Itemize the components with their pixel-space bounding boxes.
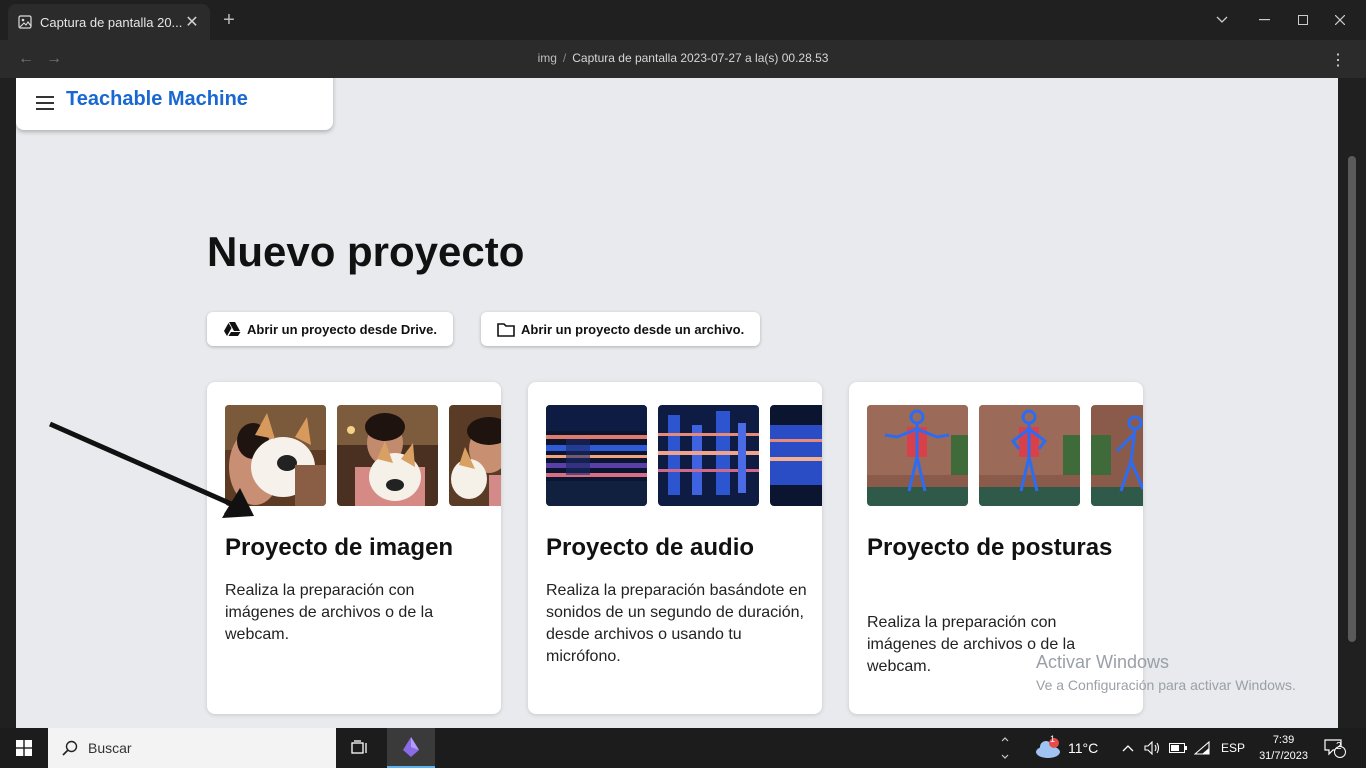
clock-date: 31/7/2023 [1259, 750, 1308, 762]
scrollbar-thumb[interactable] [1348, 156, 1356, 642]
open-from-file-label: Abrir un proyecto desde un archivo. [521, 321, 745, 337]
google-drive-icon [224, 322, 241, 336]
volume-icon[interactable] [1144, 728, 1160, 768]
image-project-title: Proyecto de imagen [225, 534, 454, 561]
breadcrumb: img / Captura de pantalla 2023-07-27 a la(… [0, 51, 1366, 65]
taskbar: Buscar 1 11°C ESP 7:39 31/7/2023 2 [0, 728, 1366, 768]
task-view-icon[interactable] [336, 728, 384, 768]
scroll-chevron-icon[interactable] [998, 728, 1012, 768]
annotation-arrow-icon [48, 421, 254, 518]
more-options-icon[interactable]: ⋮ [1330, 50, 1346, 70]
search-icon [62, 740, 78, 756]
hamburger-menu-icon[interactable] [36, 96, 54, 110]
tab-title: Captura de pantalla 20... [40, 14, 183, 30]
open-from-file-button[interactable]: Abrir un proyecto desde un archivo. [481, 312, 761, 346]
address-bar: ← → img / Captura de pantalla 2023-07-27 a… [0, 40, 1366, 78]
new-tab-button[interactable]: + [218, 10, 240, 32]
folder-icon [497, 323, 515, 337]
window-close-button[interactable] [1320, 0, 1360, 40]
wifi-icon[interactable] [1194, 728, 1210, 768]
image-file-icon [18, 15, 32, 29]
clock[interactable]: 7:39 31/7/2023 [1259, 732, 1308, 764]
spectrogram-image [770, 405, 822, 506]
image-project-description: Realiza la preparación con imágenes de a… [225, 582, 434, 643]
page-title: Nuevo proyecto [207, 228, 525, 275]
temperature: 11°C [1068, 740, 1099, 756]
audio-project-card[interactable]: Proyecto de audio Realiza la preparación… [528, 382, 822, 714]
tab-active[interactable]: Captura de pantalla 20... ✕ [8, 4, 210, 40]
pose-project-title: Proyecto de posturas [867, 534, 1113, 561]
activation-watermark-title: Activar Windows [1036, 652, 1170, 672]
breadcrumb-file: Captura de pantalla 2023-07-27 a la(s) 0… [572, 51, 829, 65]
notifications-icon[interactable]: 2 [1324, 728, 1346, 768]
thumbnail-image [337, 405, 438, 506]
activation-watermark-subtitle: Ve a Configuración para activar Windows. [1036, 677, 1296, 693]
close-icon[interactable]: ✕ [184, 14, 200, 31]
show-hidden-icons[interactable] [1122, 728, 1134, 768]
app-crystal-icon[interactable] [387, 728, 435, 768]
page-viewport: Teachable Machine Nuevo proyecto Abrir u… [16, 78, 1338, 728]
weather-badge: 1 [1050, 734, 1056, 744]
notification-count: 2 [1336, 741, 1342, 752]
language-indicator[interactable]: ESP [1221, 728, 1245, 768]
open-from-drive-label: Abrir un proyecto desde Drive. [247, 321, 437, 337]
header-card: Teachable Machine [16, 78, 333, 130]
audio-project-description: Realiza la preparación basándote en soni… [546, 582, 807, 665]
search-label: Buscar [88, 740, 132, 756]
cloud-icon [1036, 738, 1060, 758]
maximize-button[interactable] [1283, 0, 1323, 40]
pose-image [979, 405, 1080, 506]
brand-logo[interactable]: Teachable Machine [66, 88, 248, 111]
spectrogram-image [658, 405, 759, 506]
pose-image [1091, 405, 1143, 506]
chevron-down-icon[interactable] [1202, 0, 1242, 40]
breadcrumb-separator: / [562, 51, 567, 65]
pose-thumbnails [867, 405, 1143, 506]
clock-time: 7:39 [1272, 734, 1295, 746]
breadcrumb-folder[interactable]: img [538, 51, 557, 65]
open-from-drive-button[interactable]: Abrir un proyecto desde Drive. [207, 312, 453, 346]
pose-image [867, 405, 968, 506]
thumbnail-image [449, 405, 501, 506]
battery-icon[interactable] [1169, 728, 1187, 768]
windows-start-icon[interactable] [0, 728, 48, 768]
spectrogram-image [546, 405, 647, 506]
scrollbar[interactable] [1338, 78, 1366, 728]
weather-widget[interactable]: 1 11°C [1034, 728, 1098, 768]
audio-project-title: Proyecto de audio [546, 534, 755, 561]
tab-bar: Captura de pantalla 20... ✕ + [0, 0, 1366, 40]
audio-thumbnails [546, 405, 822, 506]
minimize-button[interactable] [1244, 0, 1284, 40]
taskbar-search[interactable]: Buscar [48, 728, 336, 768]
image-thumbnails [225, 405, 501, 506]
